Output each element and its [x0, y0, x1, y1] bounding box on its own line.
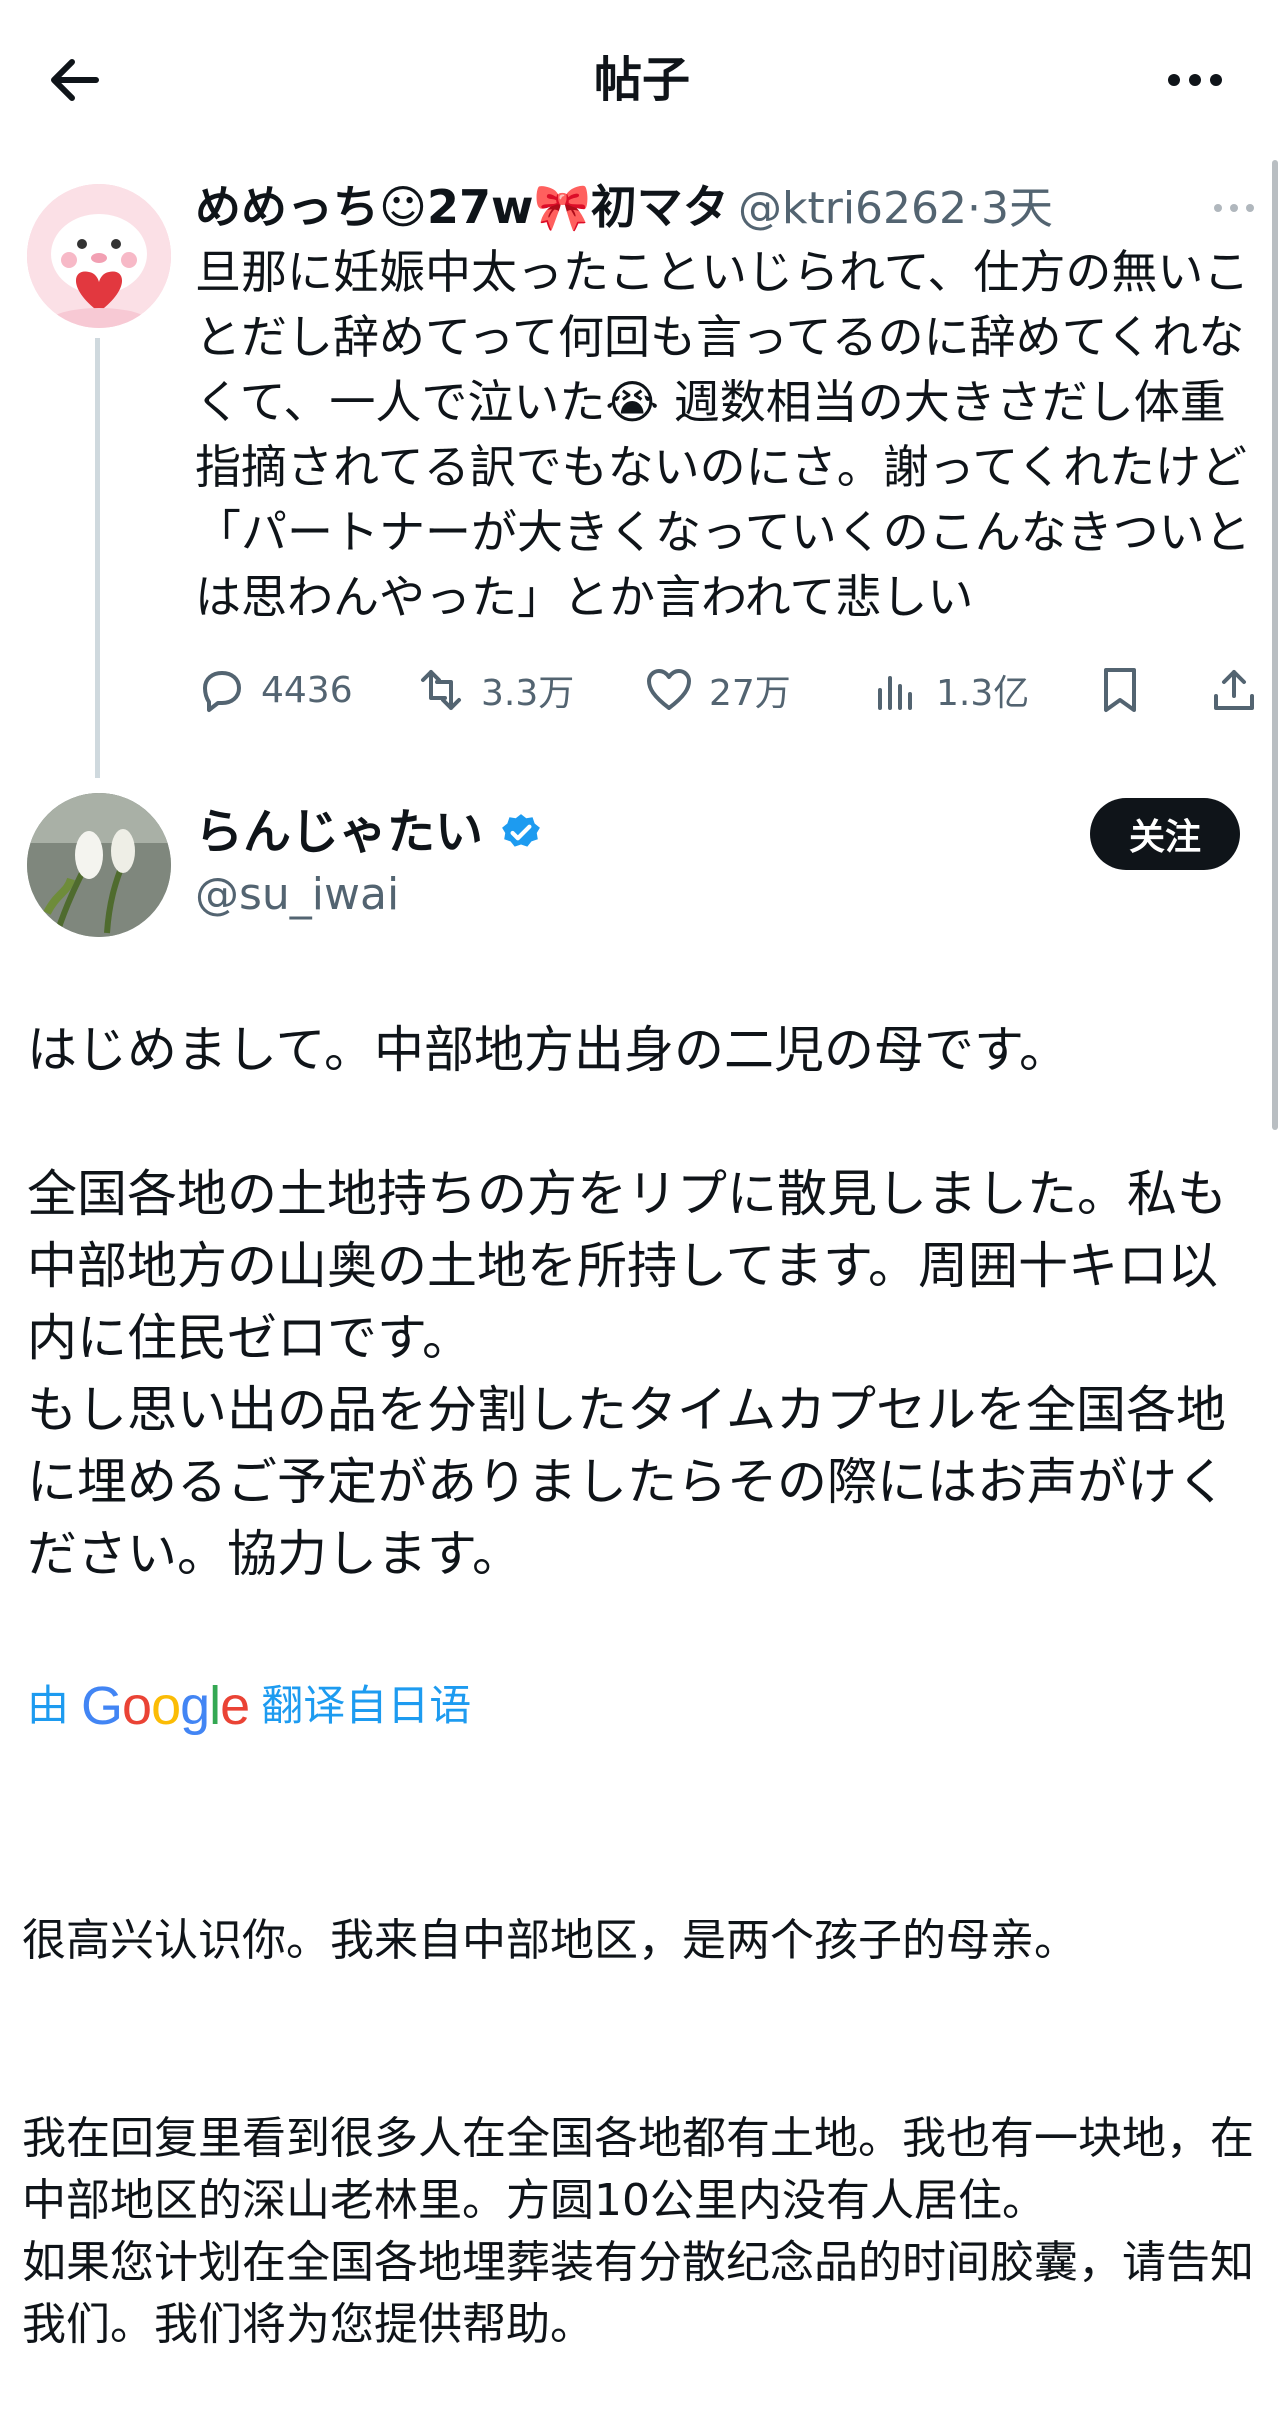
views-button[interactable]: 1.3亿 — [870, 662, 1029, 718]
heart-icon — [647, 669, 691, 710]
author-name[interactable]: めめっち☺27w🎀初マタ — [195, 176, 729, 238]
translation-prefix: 由 — [27, 1681, 70, 1730]
separator-dot: · — [967, 183, 982, 234]
translation-suffix: 翻译自日语 — [261, 1681, 472, 1730]
bookmark-button[interactable] — [1094, 662, 1146, 718]
post-text: はじめまして。中部地方出身の二児の母です。 全国各地の土地持ちの方をリプに散見し… — [27, 1021, 1227, 1583]
analytics-icon — [878, 676, 912, 710]
more-options-icon[interactable] — [1160, 50, 1230, 110]
share-button[interactable] — [1208, 662, 1260, 718]
follow-button[interactable]: 关注 — [1090, 798, 1240, 870]
reply-icon — [203, 671, 241, 712]
post-text: 旦那に妊娠中太ったこといじられて、仕方の無いことだし辞めてって何回も言ってるのに… — [195, 245, 1251, 624]
avatar[interactable] — [27, 184, 171, 328]
author-name[interactable]: らんじゃたい — [195, 804, 483, 860]
author-handle-and-age[interactable]: @ktri6262·3天 — [738, 180, 1053, 238]
thread-line — [95, 338, 100, 778]
share-icon — [1214, 670, 1254, 710]
bookmark-icon — [1104, 668, 1136, 712]
post-age[interactable]: 3天 — [981, 183, 1053, 234]
repost-button[interactable]: 3.3万 — [415, 662, 574, 718]
author-name-row[interactable]: らんじゃたい — [195, 800, 542, 864]
like-button[interactable]: 27万 — [643, 662, 791, 718]
author-handle[interactable]: @ktri6262 — [738, 183, 967, 234]
verified-badge-icon — [501, 814, 540, 847]
translated-paragraph: 很高兴认识你。我来自中部地区，是两个孩子的母亲。 — [22, 1915, 1078, 1966]
repost-count: 3.3万 — [481, 673, 575, 714]
page-title: 帖子 — [593, 52, 690, 108]
translated-paragraph: 我在回复里看到很多人在全国各地都有土地。我也有一块地，在中部地区的深山老林里。方… — [22, 2113, 1254, 2350]
repost-icon — [421, 670, 461, 710]
avatar[interactable] — [27, 793, 171, 937]
post-menu-icon[interactable] — [1210, 190, 1258, 226]
author-handle[interactable]: @su_iwai — [195, 866, 399, 924]
like-count: 27万 — [709, 673, 791, 714]
translated-text: 很高兴认识你。我来自中部地区，是两个孩子的母亲。 我在回复里看到很多人在全国各地… — [22, 1786, 1262, 2430]
reply-button[interactable]: 4436 — [195, 662, 353, 718]
reply-count: 4436 — [261, 669, 353, 711]
view-count: 1.3亿 — [936, 673, 1030, 714]
scrollbar[interactable] — [1272, 160, 1278, 1130]
translation-attribution[interactable]: 由 Google 翻译自日语 — [27, 1678, 471, 1734]
google-logo: Google — [81, 1676, 250, 1736]
